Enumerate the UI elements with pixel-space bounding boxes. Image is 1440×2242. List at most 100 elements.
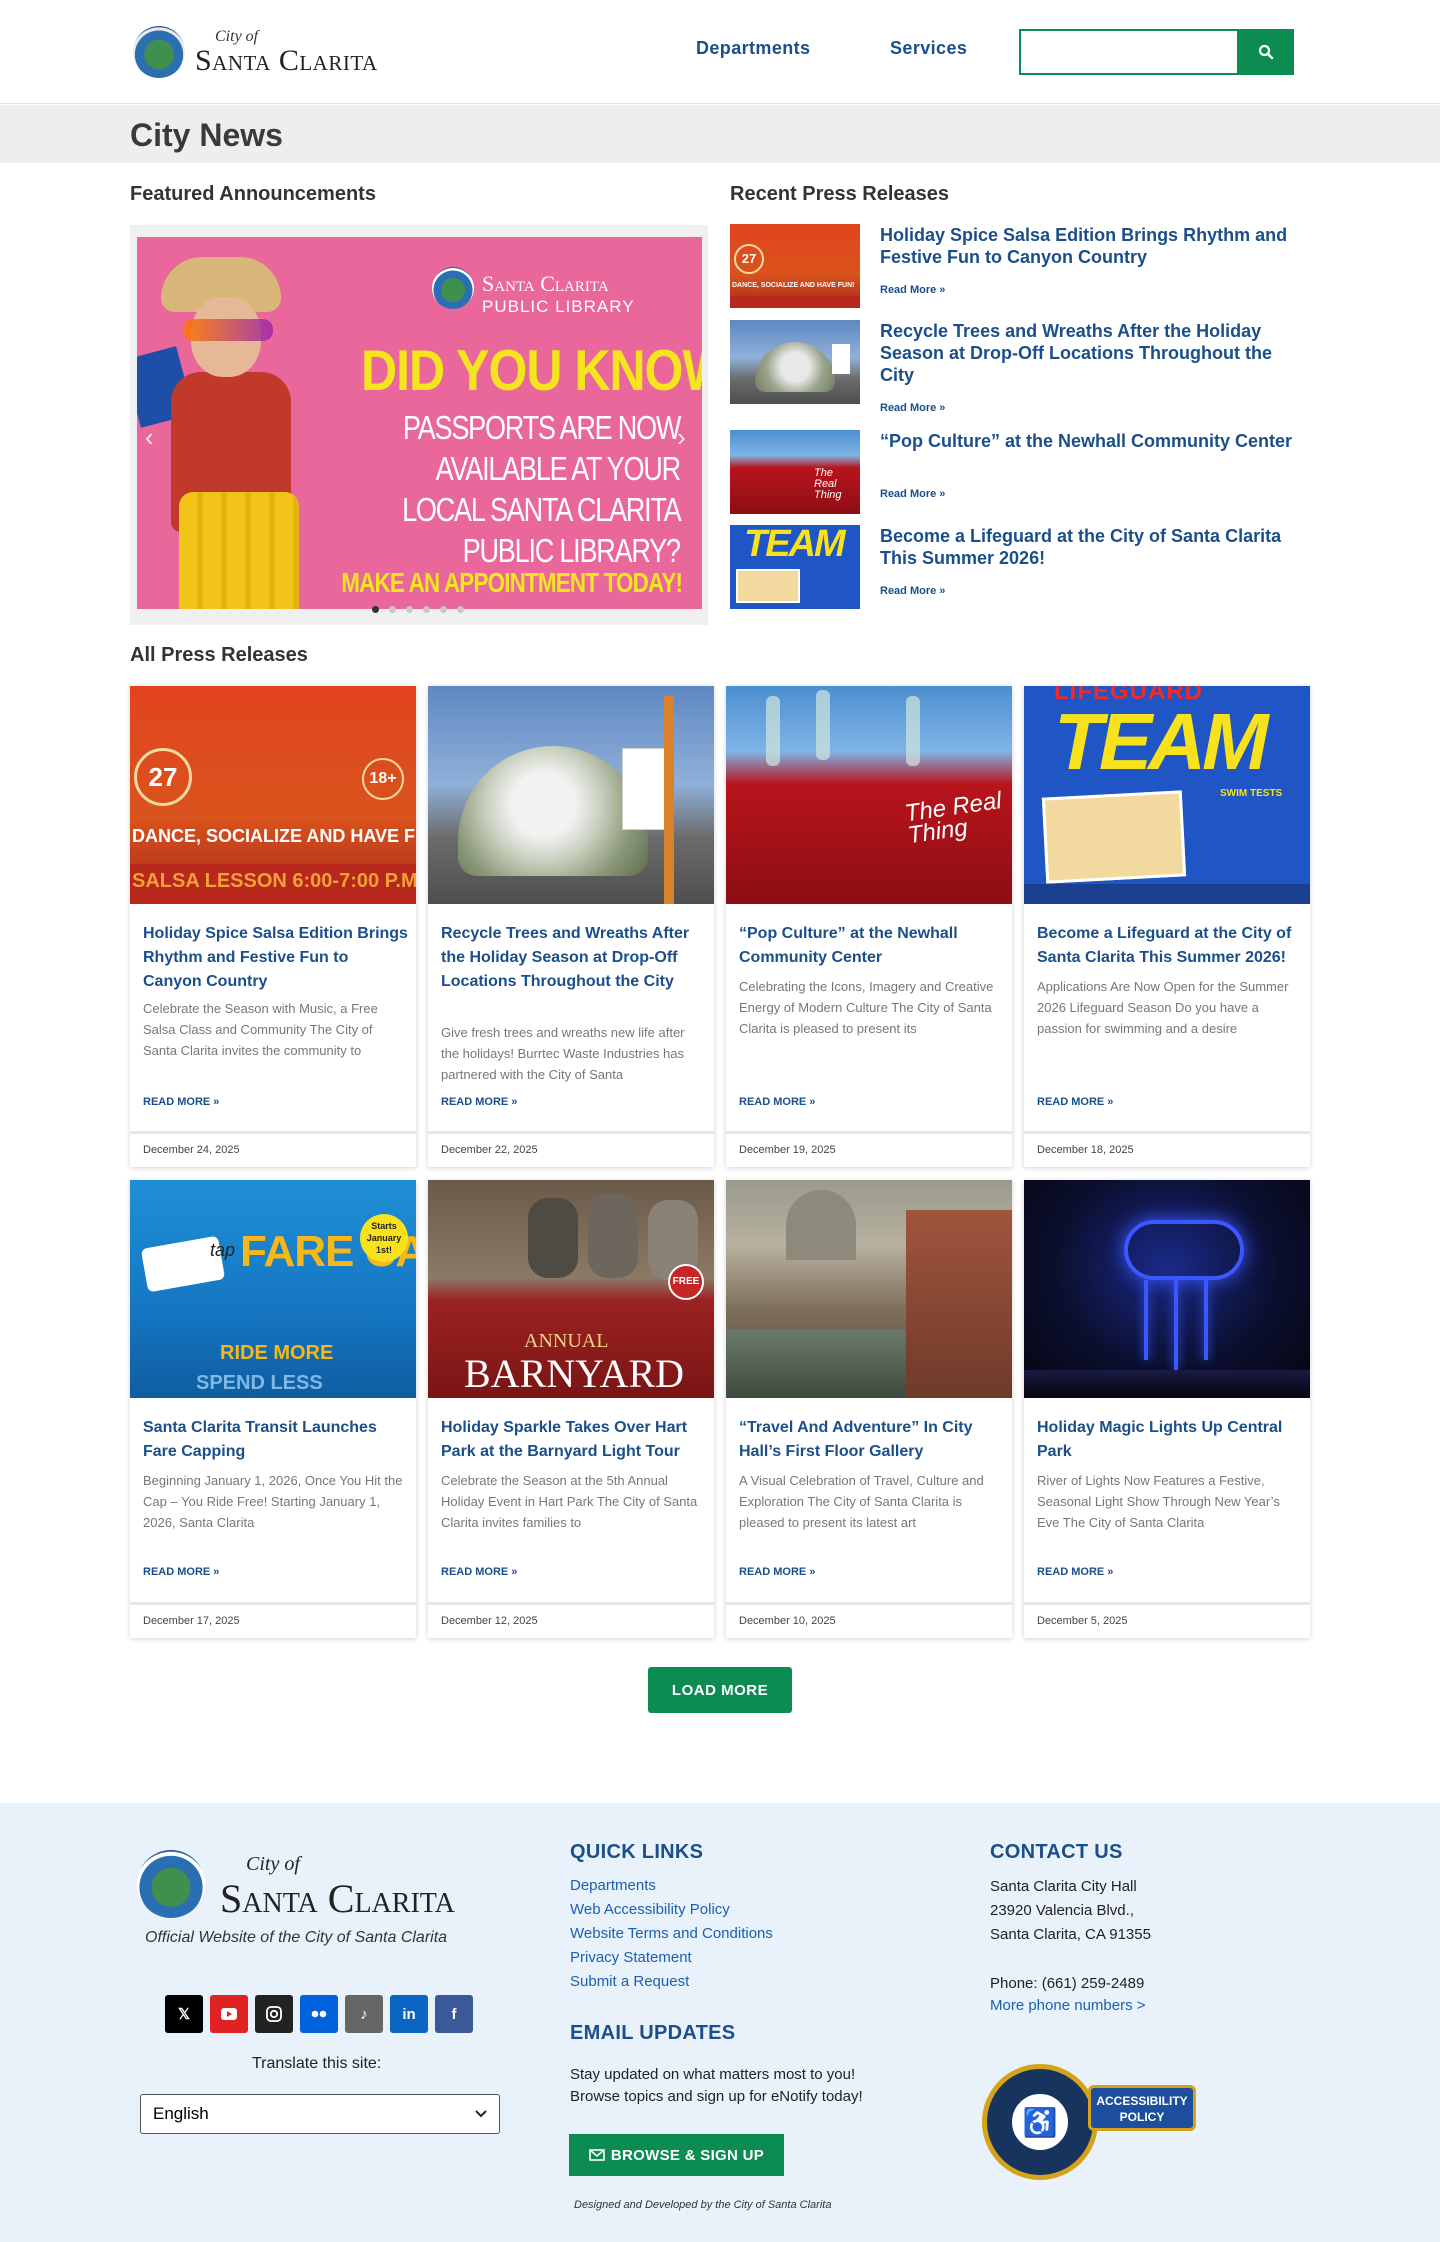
card-date: December 12, 2025	[441, 1615, 538, 1627]
accessibility-policy-link[interactable]: ACCESSIBILITY POLICY	[1088, 2085, 1196, 2131]
card-image[interactable]: The Real Thing	[726, 686, 1012, 904]
press-card: “Travel And Adventure” In City Hall’s Fi…	[726, 1180, 1012, 1638]
press-card: tap FARE CAPPING Starts January 1st! RID…	[130, 1180, 416, 1638]
press-title[interactable]: Recycle Trees and Wreaths After the Holi…	[880, 320, 1300, 386]
press-thumbnail[interactable]	[730, 320, 860, 404]
page-title: City News	[130, 117, 283, 153]
card-image[interactable]: tap FARE CAPPING Starts January 1st! RID…	[130, 1180, 416, 1398]
quick-link-accessibility[interactable]: Web Accessibility Policy	[570, 1901, 730, 1918]
card-image-text: BARNYARD	[464, 1351, 685, 1396]
slider-dot[interactable]	[457, 606, 464, 613]
card-read-more[interactable]: READ MORE »	[1037, 1566, 1113, 1578]
card-image[interactable]	[1024, 1180, 1310, 1398]
card-image[interactable]	[428, 686, 714, 904]
tiktok-icon[interactable]: ♪	[345, 1995, 383, 2033]
press-read-more[interactable]: Read More »	[880, 402, 945, 414]
quick-link-privacy[interactable]: Privacy Statement	[570, 1949, 692, 1966]
designed-by-credit: Designed and Developed by the City of Sa…	[574, 2199, 832, 2211]
card-image[interactable]: LIFEGUARD TEAM SWIM TESTS	[1024, 686, 1310, 904]
site-logo[interactable]: City of Santa Clarita	[133, 24, 413, 80]
card-footer: December 24, 2025	[130, 1131, 416, 1167]
card-read-more[interactable]: READ MORE »	[143, 1096, 219, 1108]
card-image-subtext: SPEND LESS	[196, 1372, 323, 1394]
nav-services[interactable]: Services	[890, 38, 967, 59]
press-read-more[interactable]: Read More »	[880, 284, 945, 296]
card-image[interactable]: FREE ANNUAL BARNYARD	[428, 1180, 714, 1398]
press-thumbnail[interactable]: The Real Thing	[730, 430, 860, 514]
flickr-icon[interactable]	[300, 1995, 338, 2033]
logo-name: Santa Clarita	[195, 44, 378, 77]
press-thumbnail[interactable]: 27 DANCE, SOCIALIZE AND HAVE FUN!	[730, 224, 860, 308]
city-seal-icon	[137, 1850, 205, 1918]
card-title[interactable]: “Pop Culture” at the Newhall Community C…	[739, 922, 1004, 970]
card-read-more[interactable]: READ MORE »	[143, 1566, 219, 1578]
quick-link-departments[interactable]: Departments	[570, 1877, 656, 1894]
card-footer: December 10, 2025	[726, 1602, 1012, 1638]
card-image[interactable]: 27 18+ DANCE, SOCIALIZE AND HAVE FUN! SA…	[130, 686, 416, 904]
card-image-badge: Starts January 1st!	[360, 1214, 408, 1262]
press-card: LIFEGUARD TEAM SWIM TESTS Become a Lifeg…	[1024, 686, 1310, 1167]
card-image[interactable]	[726, 1180, 1012, 1398]
slider-dot[interactable]	[423, 606, 430, 613]
more-phone-numbers-link[interactable]: More phone numbers >	[990, 1997, 1146, 2014]
social-links: 𝕏 ♪ in f	[165, 1995, 473, 2033]
search-input[interactable]	[1019, 29, 1237, 75]
press-card: Recycle Trees and Wreaths After the Holi…	[428, 686, 714, 1167]
press-read-more[interactable]: Read More »	[880, 585, 945, 597]
slide-passports[interactable]: Santa Clarita PUBLIC LIBRARY DID YOU KNO…	[137, 237, 702, 609]
slide-photo-woman	[137, 257, 311, 609]
card-title[interactable]: Become a Lifeguard at the City of Santa …	[1037, 922, 1302, 970]
card-title[interactable]: Recycle Trees and Wreaths After the Holi…	[441, 922, 706, 994]
slide-line: LOCAL SANTA CLARITA	[401, 491, 682, 528]
language-select[interactable]: English	[140, 2094, 500, 2134]
slider-dot[interactable]	[440, 606, 447, 613]
load-more-button[interactable]: LOAD MORE	[648, 1667, 792, 1713]
slider-dot[interactable]	[372, 606, 379, 613]
card-title[interactable]: Holiday Spice Salsa Edition Brings Rhyth…	[143, 922, 408, 994]
facebook-icon[interactable]: f	[435, 1995, 473, 2033]
slider-dot[interactable]	[389, 606, 396, 613]
press-title[interactable]: Become a Lifeguard at the City of Santa …	[880, 525, 1300, 569]
card-title[interactable]: Santa Clarita Transit Launches Fare Capp…	[143, 1416, 408, 1464]
card-read-more[interactable]: READ MORE »	[739, 1096, 815, 1108]
card-footer: December 5, 2025	[1024, 1602, 1310, 1638]
press-title[interactable]: “Pop Culture” at the Newhall Community C…	[880, 430, 1300, 452]
email-updates-heading: EMAIL UPDATES	[570, 2022, 736, 2044]
search-button[interactable]	[1237, 29, 1294, 75]
contact-line: Santa Clarita, CA 91355	[990, 1926, 1151, 1943]
page-title-band: City News	[0, 105, 1440, 163]
card-title[interactable]: Holiday Magic Lights Up Central Park	[1037, 1416, 1302, 1464]
slider-prev-icon[interactable]: ‹	[145, 422, 154, 453]
footer-logo-name: Santa Clarita	[220, 1876, 455, 1921]
quick-link-terms[interactable]: Website Terms and Conditions	[570, 1925, 773, 1942]
ada-compliance-badge[interactable]: ♿	[982, 2064, 1098, 2180]
slide-line: PASSPORTS ARE NOW	[402, 409, 682, 446]
card-read-more[interactable]: READ MORE »	[441, 1096, 517, 1108]
slider-dots	[372, 606, 464, 613]
x-icon[interactable]: 𝕏	[165, 1995, 203, 2033]
slider-next-icon[interactable]: ›	[677, 422, 686, 453]
linkedin-icon[interactable]: in	[390, 1995, 428, 2033]
instagram-icon[interactable]	[255, 1995, 293, 2033]
slider-dot[interactable]	[406, 606, 413, 613]
card-read-more[interactable]: READ MORE »	[1037, 1096, 1113, 1108]
card-image-tap: tap	[210, 1240, 236, 1260]
library-subtitle: PUBLIC LIBRARY	[482, 297, 635, 316]
card-read-more[interactable]: READ MORE »	[739, 1566, 815, 1578]
nav-departments[interactable]: Departments	[696, 38, 810, 59]
browse-sign-up-button[interactable]: BROWSE & SIGN UP	[569, 2134, 784, 2176]
press-title[interactable]: Holiday Spice Salsa Edition Brings Rhyth…	[880, 224, 1300, 268]
card-date: December 5, 2025	[1037, 1615, 1128, 1627]
card-read-more[interactable]: READ MORE »	[441, 1566, 517, 1578]
youtube-icon[interactable]	[210, 1995, 248, 2033]
press-read-more[interactable]: Read More »	[880, 488, 945, 500]
press-thumbnail[interactable]: TEAM	[730, 525, 860, 609]
featured-slider[interactable]: Santa Clarita PUBLIC LIBRARY DID YOU KNO…	[130, 225, 708, 625]
site-header: City of Santa Clarita Departments Servic…	[0, 0, 1440, 104]
card-title[interactable]: Holiday Sparkle Takes Over Hart Park at …	[441, 1416, 706, 1464]
quick-link-submit-request[interactable]: Submit a Request	[570, 1973, 689, 1990]
press-card: 27 18+ DANCE, SOCIALIZE AND HAVE FUN! SA…	[130, 686, 416, 1167]
card-date: December 10, 2025	[739, 1615, 836, 1627]
card-title[interactable]: “Travel And Adventure” In City Hall’s Fi…	[739, 1416, 1004, 1464]
slide-line: PUBLIC LIBRARY?	[462, 532, 681, 569]
